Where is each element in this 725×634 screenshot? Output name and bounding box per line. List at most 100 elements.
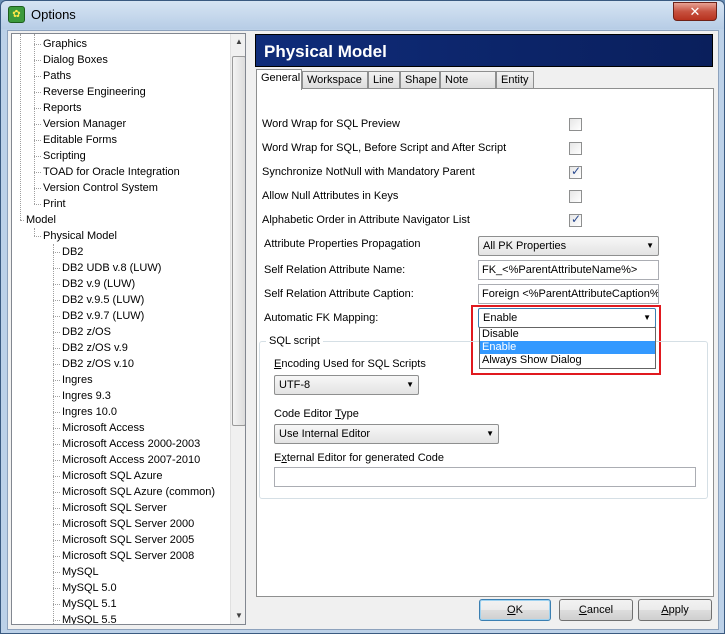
editor-type-select[interactable]: Use Internal Editor ▼ xyxy=(274,424,499,444)
option-checkbox[interactable]: ✓ xyxy=(569,212,582,227)
tree-connector xyxy=(53,380,60,381)
fk-mapping-value: Enable xyxy=(483,312,518,324)
tree-connector xyxy=(34,108,41,109)
attr-propagation-label: Attribute Properties Propagation xyxy=(264,238,421,250)
tree-connector xyxy=(53,540,60,541)
tree-guide-line xyxy=(20,34,21,220)
tree-item-label: DB2 v.9 (LUW) xyxy=(62,278,136,290)
checkmark-icon: ✓ xyxy=(570,212,582,226)
tree-connector xyxy=(53,412,60,413)
dropdown-option[interactable]: Disable xyxy=(480,328,655,341)
tree-connector xyxy=(34,124,41,125)
tree-connector xyxy=(34,156,41,157)
option-label: Alphabetic Order in Attribute Navigator … xyxy=(262,214,470,226)
scroll-down-icon[interactable]: ▼ xyxy=(231,608,245,624)
tab-line[interactable]: Line xyxy=(368,71,400,89)
tree-item-label: Ingres xyxy=(62,374,93,386)
tab-shape[interactable]: Shape xyxy=(400,71,440,89)
tree-item-label: DB2 z/OS v.10 xyxy=(62,358,134,370)
tree-connector xyxy=(34,44,41,45)
tree-item-label: Ingres 9.3 xyxy=(62,390,111,402)
tree-connector xyxy=(53,300,60,301)
tree-connector xyxy=(53,252,60,253)
scroll-thumb[interactable] xyxy=(232,56,245,426)
option-checkbox[interactable] xyxy=(569,190,582,203)
cancel-button[interactable]: Cancel xyxy=(559,599,633,621)
panel-header: Physical Model xyxy=(255,34,713,67)
tree-item-label: DB2 v.9.7 (LUW) xyxy=(62,310,145,322)
tree-item-label: Microsoft SQL Server 2005 xyxy=(62,534,195,546)
tab-workspace[interactable]: Workspace xyxy=(302,71,368,89)
option-checkbox[interactable] xyxy=(569,118,582,131)
tree-item-label: DB2 z/OS v.9 xyxy=(62,342,128,354)
tree-item-label: Version Control System xyxy=(43,182,158,194)
tree-connector xyxy=(34,172,41,173)
fk-mapping-select[interactable]: Enable ▼ xyxy=(478,308,656,328)
tree-item-label: DB2 v.9.5 (LUW) xyxy=(62,294,145,306)
close-button[interactable]: ✕ xyxy=(673,2,717,21)
tree-item-label: Microsoft Access 2007-2010 xyxy=(62,454,201,466)
option-checkbox[interactable] xyxy=(569,142,582,155)
attr-propagation-select[interactable]: All PK Properties ▼ xyxy=(478,236,659,256)
tree-connector xyxy=(34,188,41,189)
tree-item-label: Reports xyxy=(43,102,82,114)
tree-item-label: MySQL xyxy=(62,566,99,578)
fk-mapping-label: Automatic FK Mapping: xyxy=(264,312,379,324)
tree-connector xyxy=(53,348,60,349)
tree-item-label: Microsoft SQL Server 2000 xyxy=(62,518,195,530)
tree-item-label: Graphics xyxy=(43,38,88,50)
scroll-up-icon[interactable]: ▲ xyxy=(231,34,245,50)
tab-entity[interactable]: Entity xyxy=(496,71,534,89)
tree-item-label: DB2 UDB v.8 (LUW) xyxy=(62,262,162,274)
tree-connector xyxy=(34,140,41,141)
options-window: ✿ Options ✕ ▲ ▼ Graphics Dialog Boxes Path… xyxy=(0,0,725,634)
tab-note-line[interactable]: Note Line xyxy=(440,71,496,102)
tree-item-label: Editable Forms xyxy=(43,134,117,146)
tree-connector xyxy=(53,604,60,605)
tree-item-label: TOAD for Oracle Integration xyxy=(43,166,180,178)
tree-item-label: Microsoft Access 2000-2003 xyxy=(62,438,201,450)
tree-item-label: Print xyxy=(43,198,66,210)
tree-item-label: Microsoft Access xyxy=(62,422,145,434)
dropdown-option[interactable]: Always Show Dialog xyxy=(480,354,655,367)
encoding-label: Encoding Used for SQL Scripts xyxy=(274,358,426,370)
tree-scrollbar[interactable]: ▲ ▼ xyxy=(230,34,245,624)
option-label: Word Wrap for SQL, Before Script and Aft… xyxy=(262,142,507,154)
tree-item-label: Microsoft SQL Server xyxy=(62,502,167,514)
dropdown-option[interactable]: Enable xyxy=(480,341,655,354)
tree-item-label: Microsoft SQL Azure (common) xyxy=(62,486,216,498)
ok-button[interactable]: OK xyxy=(479,599,551,621)
encoding-value: UTF-8 xyxy=(279,379,311,391)
tree-item-label: Model xyxy=(26,214,56,226)
tree-connector xyxy=(53,588,60,589)
tree-item-label: Microsoft SQL Server 2008 xyxy=(62,550,195,562)
self-rel-name-input[interactable]: FK_<%ParentAttributeName%> xyxy=(478,260,659,280)
title-bar[interactable]: ✿ Options ✕ xyxy=(1,1,724,29)
tab-general[interactable]: General xyxy=(256,69,302,90)
tree-connector xyxy=(53,460,60,461)
tree-connector xyxy=(34,76,41,77)
tree-connector xyxy=(53,364,60,365)
self-rel-caption-input[interactable]: Foreign <%ParentAttributeCaption%> xyxy=(478,284,659,304)
external-editor-label: External Editor for generated Code xyxy=(274,452,444,464)
tree-item-label: MySQL 5.5 xyxy=(62,614,117,625)
option-checkbox[interactable]: ✓ xyxy=(569,164,582,179)
tree-item-label: MySQL 5.1 xyxy=(62,598,117,610)
tree-item-label: Paths xyxy=(43,70,72,82)
tree-item-label: Scripting xyxy=(43,150,86,162)
tree-connector xyxy=(53,396,60,397)
self-rel-caption-label: Self Relation Attribute Caption: xyxy=(264,288,414,300)
tree-connector xyxy=(53,556,60,557)
tree-connector xyxy=(20,220,24,221)
option-label: Allow Null Attributes in Keys xyxy=(262,190,399,202)
option-label: Word Wrap for SQL Preview xyxy=(262,118,400,130)
window-title: Options xyxy=(31,7,76,22)
tree-connector xyxy=(53,444,60,445)
options-tree[interactable]: ▲ ▼ Graphics Dialog Boxes Paths Reverse Eng… xyxy=(11,33,246,625)
apply-button[interactable]: Apply xyxy=(638,599,712,621)
fk-mapping-dropdown[interactable]: Disable Enable Always Show Dialog xyxy=(479,327,656,369)
tree-item-label: DB2 xyxy=(62,246,84,258)
encoding-select[interactable]: UTF-8 ▼ xyxy=(274,375,419,395)
tree-guide-line xyxy=(53,244,54,624)
external-editor-input[interactable] xyxy=(274,467,696,487)
